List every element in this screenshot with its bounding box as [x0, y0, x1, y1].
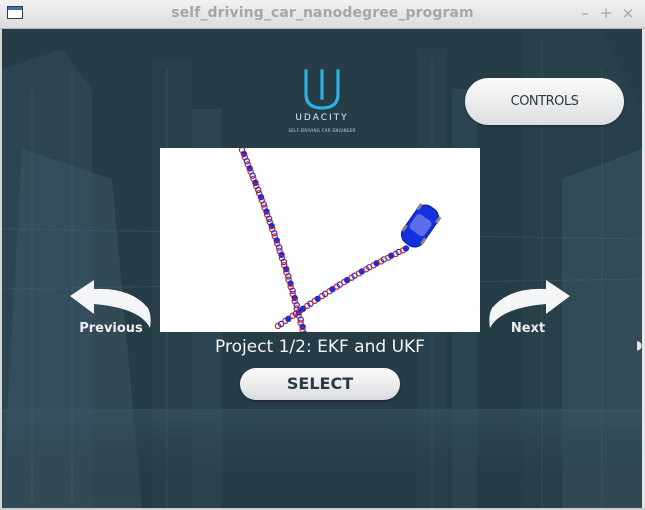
close-button[interactable]: × [619, 4, 637, 22]
select-button[interactable]: SELECT [240, 368, 400, 400]
partial-arrow-icon: ◗ [636, 338, 643, 352]
minimize-button[interactable]: – [576, 4, 594, 22]
trajectory-marker [402, 245, 410, 252]
trajectory-marker [302, 330, 308, 332]
next-button[interactable]: Next [498, 321, 558, 336]
logo-tagline: SELF-DRIVING CAR ENGINEER [288, 128, 356, 133]
controls-button[interactable]: CONTROLS [465, 78, 624, 125]
car-icon [400, 202, 442, 248]
logo-wordmark: UDACITY [295, 113, 349, 123]
project-title: Project 1/2: EKF and UKF [215, 337, 425, 357]
title-bar[interactable]: self_driving_car_nanodegree_program – + … [0, 0, 645, 29]
udacity-u-icon [304, 69, 340, 110]
maximize-button[interactable]: + [597, 4, 615, 22]
previous-button[interactable]: Previous [79, 321, 143, 336]
app-window: self_driving_car_nanodegree_program – + … [0, 0, 645, 510]
trajectory-plot [238, 148, 442, 332]
project-preview-image [160, 148, 480, 332]
udacity-logo: UDACITY SELF-DRIVING CAR ENGINEER [286, 68, 358, 138]
window-title: self_driving_car_nanodegree_program [171, 5, 474, 21]
